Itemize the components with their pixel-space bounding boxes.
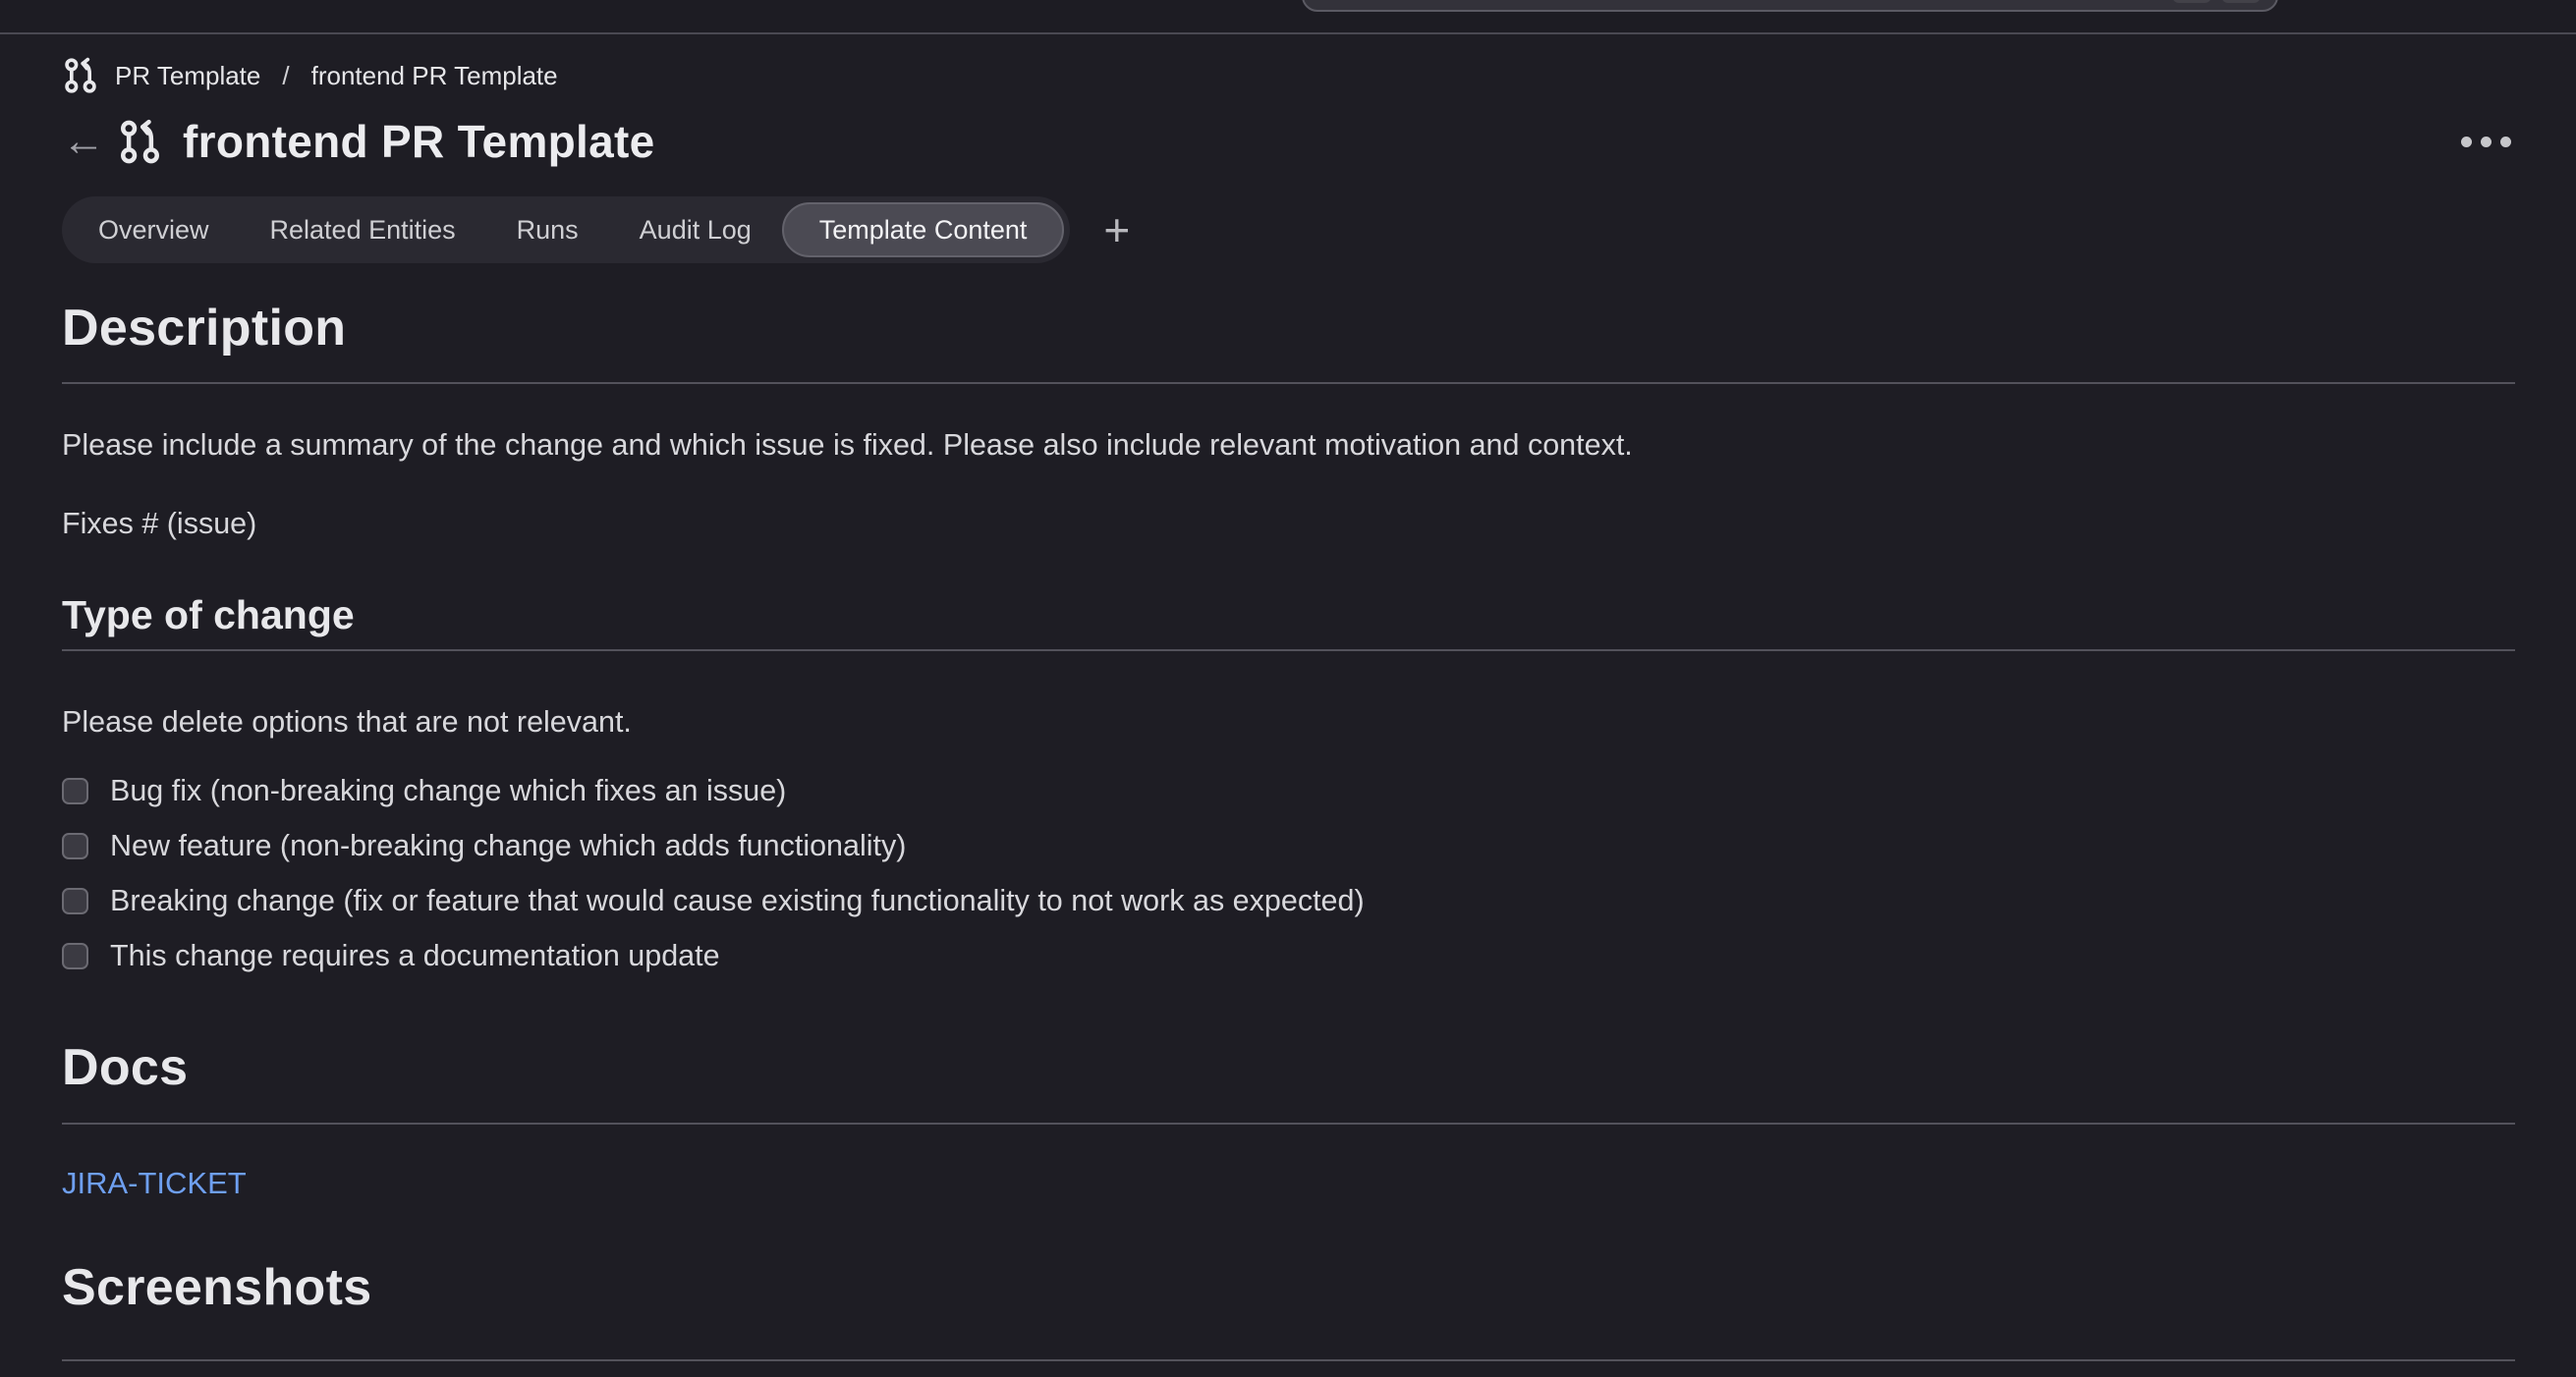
breadcrumb-current[interactable]: frontend PR Template	[311, 61, 558, 91]
checkbox-label: Bug fix (non-breaking change which fixes…	[110, 774, 786, 808]
pull-request-icon	[62, 57, 99, 94]
section-divider	[62, 649, 2515, 651]
checkbox-new-feature[interactable]	[62, 833, 88, 859]
section-heading-docs: Docs	[62, 1038, 2515, 1097]
checkbox-documentation-update[interactable]	[62, 943, 88, 969]
checkbox-label: Breaking change (fix or feature that wou…	[110, 884, 1365, 918]
tab-audit-log[interactable]: Audit Log	[609, 215, 782, 246]
section-heading-description: Description	[62, 299, 2515, 358]
more-menu-button[interactable]	[2457, 127, 2515, 157]
jira-ticket-link[interactable]: JIRA-TICKET	[62, 1165, 247, 1202]
tab-overview[interactable]: Overview	[68, 215, 240, 246]
page-title: frontend PR Template	[183, 115, 655, 168]
top-bar	[0, 0, 2576, 34]
entity-page: PR Template / frontend PR Template ← fro…	[0, 34, 2576, 1361]
breadcrumb: PR Template / frontend PR Template	[62, 56, 2515, 95]
breadcrumb-separator: /	[276, 61, 295, 91]
shortcut-keycaps-icon	[2172, 0, 2261, 3]
search-input[interactable]	[1302, 0, 2278, 12]
add-tab-button[interactable]: +	[1103, 207, 1130, 252]
back-button[interactable]: ←	[62, 113, 117, 170]
pull-request-icon	[117, 119, 163, 165]
ellipsis-icon	[2500, 137, 2511, 147]
fixes-line: Fixes # (issue)	[62, 502, 2515, 545]
shortcut-keycap	[2221, 0, 2261, 3]
checkbox-label: New feature (non-breaking change which a…	[110, 829, 906, 863]
tab-template-content[interactable]: Template Content	[782, 202, 1065, 257]
description-paragraph: Please include a summary of the change a…	[62, 423, 2515, 467]
ellipsis-icon	[2461, 137, 2472, 147]
list-item: Breaking change (fix or feature that wou…	[62, 884, 2515, 917]
checkbox-bug-fix[interactable]	[62, 778, 88, 804]
shortcut-keycap	[2172, 0, 2212, 3]
section-heading-screenshots: Screenshots	[62, 1258, 2515, 1317]
tabs-row: Overview Related Entities Runs Audit Log…	[62, 196, 2515, 263]
page-header: ← frontend PR Template	[62, 113, 2515, 170]
section-divider	[62, 1359, 2515, 1361]
section-divider	[62, 1123, 2515, 1125]
tab-related-entities[interactable]: Related Entities	[240, 215, 486, 246]
section-divider	[62, 382, 2515, 384]
checkbox-label: This change requires a documentation upd…	[110, 939, 720, 973]
type-of-change-options: Bug fix (non-breaking change which fixes…	[62, 774, 2515, 972]
type-of-change-intro: Please delete options that are not relev…	[62, 700, 2515, 744]
breadcrumb-parent[interactable]: PR Template	[115, 61, 260, 91]
list-item: New feature (non-breaking change which a…	[62, 829, 2515, 862]
section-heading-type-of-change: Type of change	[62, 591, 2515, 638]
tab-bar: Overview Related Entities Runs Audit Log…	[62, 196, 1070, 263]
checkbox-breaking-change[interactable]	[62, 888, 88, 914]
list-item: Bug fix (non-breaking change which fixes…	[62, 774, 2515, 807]
list-item: This change requires a documentation upd…	[62, 939, 2515, 972]
tab-runs[interactable]: Runs	[486, 215, 609, 246]
ellipsis-icon	[2481, 137, 2492, 147]
